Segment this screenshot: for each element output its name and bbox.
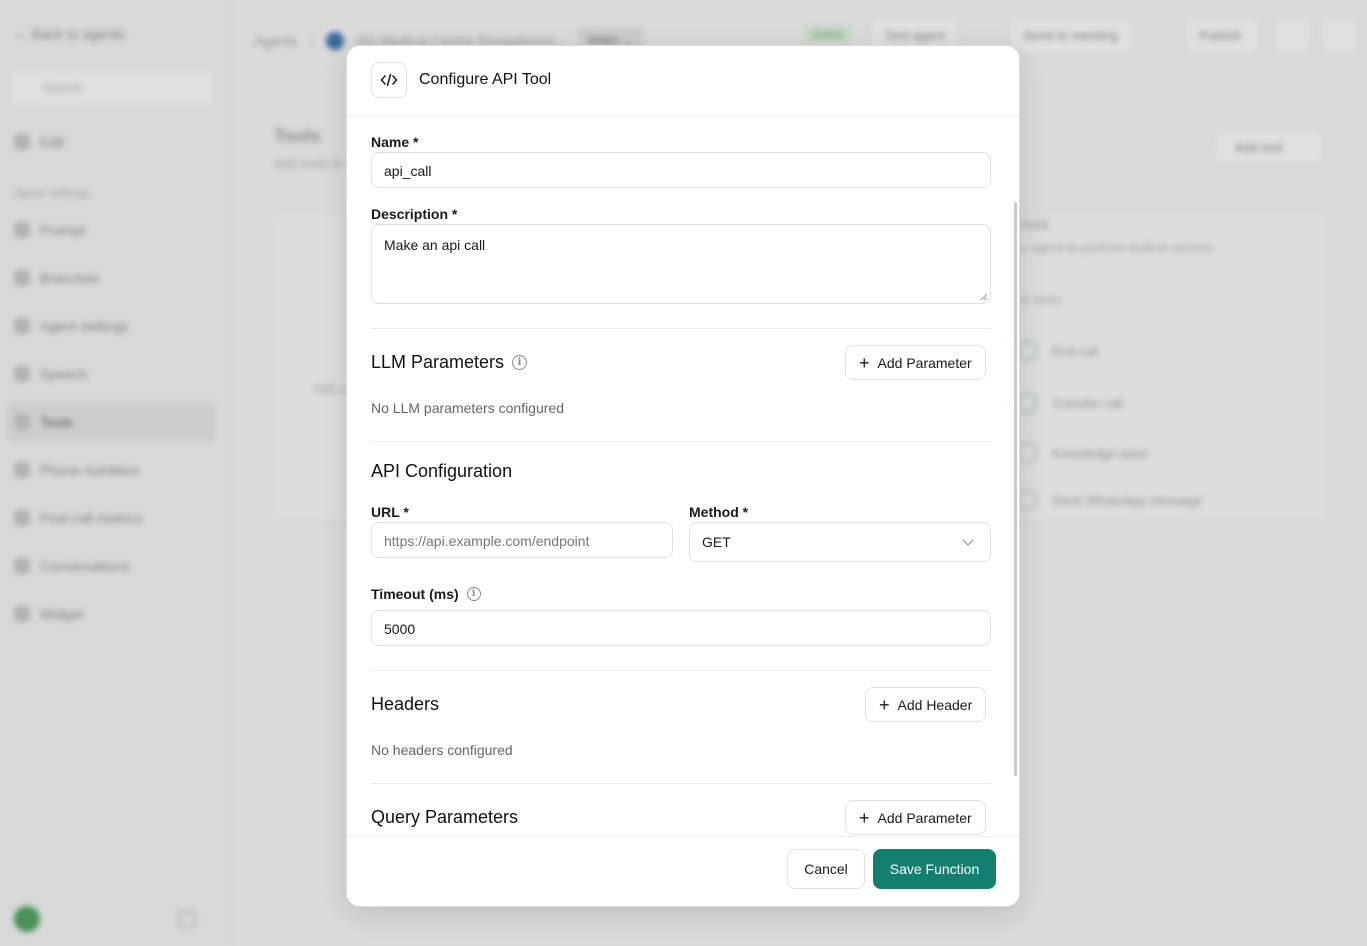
add-header-button[interactable]: + Add Header [865,687,987,722]
headers-title: Headers [371,694,439,715]
method-value: GET [702,534,731,550]
configure-api-tool-dialog: Configure API Tool Name * api_call Descr… [346,45,1020,907]
save-function-button[interactable]: Save Function [873,849,996,889]
resize-handle-icon[interactable] [980,293,988,301]
code-icon [371,62,407,98]
plus-icon: + [879,694,890,715]
divider [371,783,991,784]
section-title-text: Headers [371,694,440,714]
method-label: Method * [689,504,749,520]
plus-icon: + [859,807,870,828]
dialog-header: Configure API Tool [347,46,1019,116]
chevron-down-icon [962,534,974,546]
dialog-body: Name * api_call Description * Make an ap… [347,116,1019,838]
info-icon[interactable]: i [512,355,528,370]
cancel-button[interactable]: Cancel [787,849,865,889]
divider [371,441,991,442]
divider [371,328,991,329]
timeout-label-text: Timeout (ms) [371,586,459,602]
add-llm-parameter-button[interactable]: + Add Parameter [845,345,986,380]
api-configuration-title: API Configuration [371,461,512,482]
timeout-value: 5000 [384,621,416,637]
description-value: Make an api call [384,237,486,253]
query-parameters-title: Query Parameters [371,807,518,828]
name-input[interactable]: api_call [371,152,991,188]
add-query-parameter-button[interactable]: + Add Parameter [845,800,986,835]
button-label: Add Header [897,696,973,713]
description-textarea[interactable]: Make an api call [371,224,991,304]
name-label: Name * [371,134,419,150]
section-title-text: LLM Parameters [371,352,505,372]
url-input[interactable]: https://api.example.com/endpoint [371,522,673,558]
divider [371,670,991,671]
url-label: URL * [371,504,409,520]
dialog-footer: Cancel Save Function [347,836,1019,906]
timeout-label: Timeout (ms) i [371,586,481,602]
dialog-title: Configure API Tool [419,71,552,88]
headers-empty: No headers configured [371,742,513,758]
description-label: Description * [371,206,458,222]
section-title-text: Query Parameters [371,807,519,827]
button-label: Add Parameter [877,809,972,826]
plus-icon: + [859,352,870,373]
name-value: api_call [384,163,432,179]
button-label: Add Parameter [877,354,972,371]
info-icon[interactable]: i [466,587,481,601]
method-select[interactable]: GET [689,522,991,562]
llm-parameters-title: LLM Parameters i [371,352,528,373]
scrollbar[interactable] [1014,202,1017,776]
llm-parameters-empty: No LLM parameters configured [371,400,564,416]
timeout-input[interactable]: 5000 [371,610,991,646]
section-title-text: API Configuration [371,461,513,481]
url-placeholder: https://api.example.com/endpoint [384,533,590,549]
